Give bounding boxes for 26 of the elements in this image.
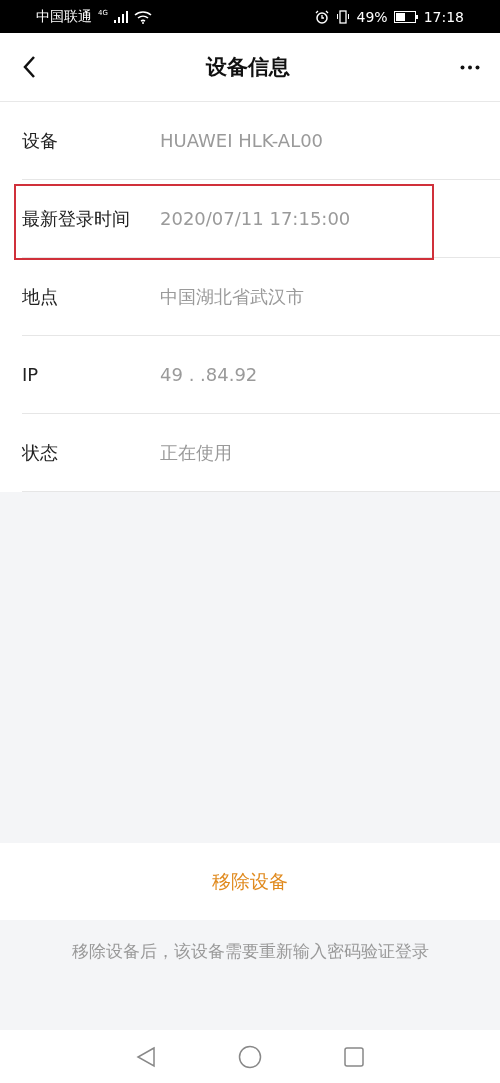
- carrier-name: 中国联通: [36, 7, 92, 26]
- remove-device-button[interactable]: 移除设备: [0, 843, 500, 920]
- battery-icon: [393, 10, 418, 23]
- back-icon[interactable]: [22, 55, 36, 79]
- field-value: 中国湖北省武汉市: [160, 284, 304, 309]
- field-label: 地点: [22, 284, 59, 309]
- more-icon[interactable]: [460, 64, 480, 70]
- field-value: 49 . .84.92: [160, 364, 258, 385]
- field-value: 正在使用: [160, 440, 232, 465]
- field-label: IP: [22, 364, 40, 385]
- field-label: 设备: [22, 128, 59, 153]
- home-nav-icon[interactable]: [238, 1044, 262, 1069]
- vibrate-icon: [334, 9, 351, 24]
- back-nav-icon[interactable]: [136, 1045, 156, 1068]
- page-title: 设备信息: [206, 54, 290, 81]
- recents-nav-icon[interactable]: [344, 1046, 364, 1067]
- alarm-icon: [314, 9, 329, 24]
- battery-percent: 49%: [356, 8, 388, 25]
- field-value: HUAWEI HLK-AL00: [160, 130, 324, 151]
- hint-text: 移除设备后，该设备需要重新输入密码验证登录: [70, 940, 430, 963]
- field-label: 最新登录时间: [22, 206, 131, 231]
- wifi-icon: [133, 9, 152, 24]
- field-value: 2020/07/11 17:15:00: [160, 208, 351, 229]
- field-label: 状态: [22, 440, 59, 465]
- clock-time: 17:18: [423, 8, 464, 25]
- signal-icon: [113, 10, 128, 23]
